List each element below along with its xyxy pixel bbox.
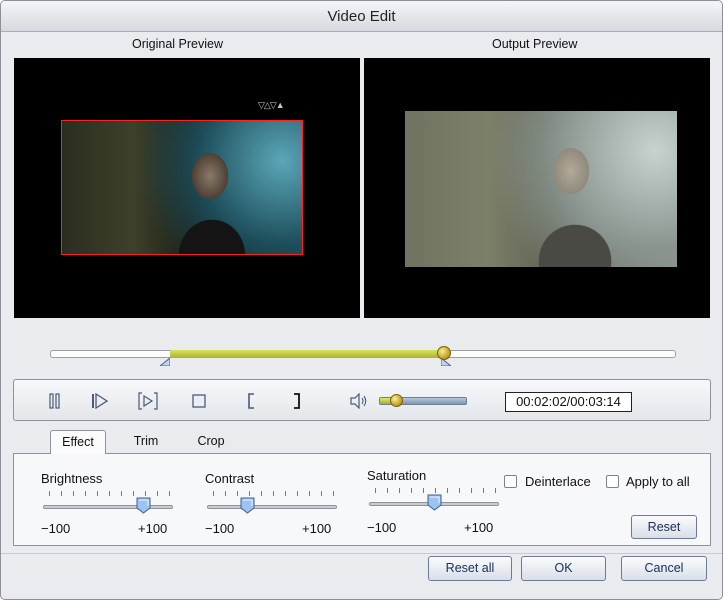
- brightness-max: +100: [138, 521, 168, 536]
- volume-slider[interactable]: [379, 394, 467, 407]
- end-marker[interactable]: [441, 358, 452, 366]
- deinterlace-checkbox[interactable]: [504, 475, 517, 488]
- ok-button[interactable]: OK: [521, 556, 606, 581]
- start-marker[interactable]: [159, 358, 170, 366]
- output-frame: [405, 111, 677, 267]
- timeline-selection: [169, 350, 446, 358]
- crop-selection-frame[interactable]: [61, 120, 303, 255]
- apply-to-all-label: Apply to all: [626, 474, 690, 489]
- brightness-min: −100: [41, 521, 71, 536]
- brightness-ticks: [49, 491, 170, 496]
- contrast-label: Contrast: [205, 471, 255, 486]
- saturation-label: Saturation: [367, 468, 427, 483]
- next-frame-icon[interactable]: [89, 390, 111, 412]
- pause-icon[interactable]: [44, 390, 66, 412]
- brightness-label: Brightness: [41, 471, 103, 486]
- window-title: Video Edit: [1, 1, 722, 32]
- tab-effect[interactable]: Effect: [50, 430, 106, 454]
- apply-to-all-checkbox[interactable]: [606, 475, 619, 488]
- saturation-ticks: [375, 488, 496, 493]
- playback-controls: 00:02:02/00:03:14: [13, 379, 711, 421]
- original-preview-label: Original Preview: [132, 37, 224, 51]
- saturation-max: +100: [464, 520, 494, 535]
- effect-panel: Brightness −100 +100 Contrast −100 +100 …: [13, 453, 711, 546]
- cancel-button[interactable]: Cancel: [621, 556, 707, 581]
- contrast-max: +100: [302, 521, 332, 536]
- time-display: 00:02:02/00:03:14: [505, 392, 632, 412]
- saturation-group: Saturation −100 +100: [367, 468, 502, 538]
- brightness-group: Brightness −100 +100: [41, 471, 176, 541]
- mark-out-icon[interactable]: [285, 390, 307, 412]
- reset-button[interactable]: Reset: [631, 515, 697, 539]
- contrast-min: −100: [205, 521, 235, 536]
- footer-separator: [1, 553, 722, 554]
- watermark-logo: ▽△▽▲: [258, 100, 285, 110]
- deinterlace-label: Deinterlace: [525, 474, 591, 489]
- brightness-slider[interactable]: [43, 505, 173, 509]
- speaker-icon[interactable]: [348, 390, 370, 412]
- timeline-track[interactable]: [50, 346, 676, 360]
- output-preview-label: Output Preview: [492, 37, 578, 51]
- volume-knob[interactable]: [389, 394, 403, 407]
- reset-all-button[interactable]: Reset all: [428, 556, 512, 581]
- saturation-thumb[interactable]: [427, 494, 442, 511]
- mark-in-icon[interactable]: [241, 390, 263, 412]
- contrast-thumb[interactable]: [240, 497, 255, 514]
- tab-crop[interactable]: Crop: [185, 430, 237, 454]
- contrast-slider[interactable]: [207, 505, 337, 509]
- brightness-thumb[interactable]: [136, 497, 151, 514]
- play-segment-icon[interactable]: [137, 390, 159, 412]
- contrast-group: Contrast −100 +100: [205, 471, 340, 541]
- video-edit-window: Video Edit Original Preview Output Previ…: [0, 0, 723, 600]
- contrast-ticks: [213, 491, 334, 496]
- saturation-min: −100: [367, 520, 397, 535]
- original-preview[interactable]: ▽△▽▲: [14, 58, 360, 318]
- tab-trim[interactable]: Trim: [121, 430, 171, 454]
- stop-icon[interactable]: [188, 390, 210, 412]
- output-preview: [364, 58, 710, 318]
